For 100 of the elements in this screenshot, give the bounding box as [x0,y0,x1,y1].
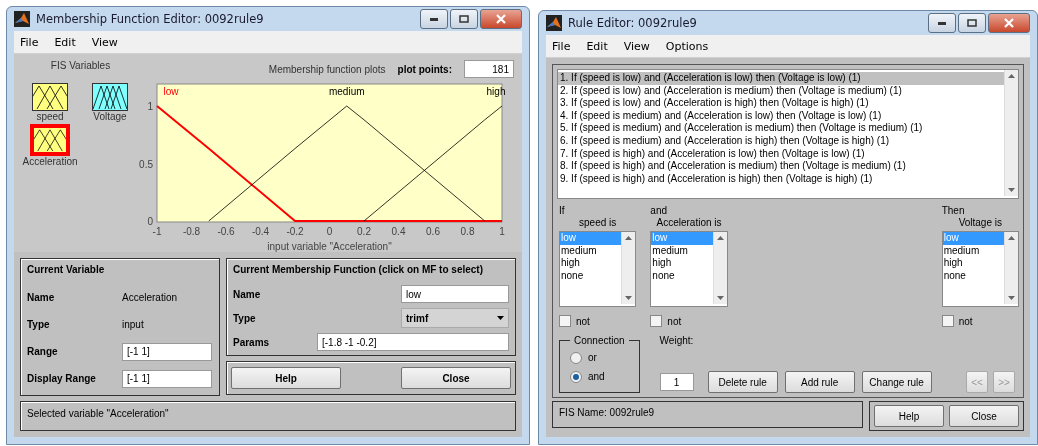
window-title: Membership Function Editor: 0092rule9 [36,12,265,26]
rule-item[interactable]: 6. If (speed is medium) and (Acceleration is high) then (Voltage is high) (1) [558,134,1004,148]
option-item[interactable]: high [942,257,1004,270]
minimize-icon [430,17,438,21]
radio-label: or [588,352,597,363]
scrollbar[interactable] [1004,232,1018,304]
menu-item[interactable]: File [20,35,39,49]
x-axis-label: input variable "Acceleration" [267,241,392,252]
rule-item[interactable]: 1. If (speed is low) and (Acceleration is low) then (Voltage is low) (1) [558,72,1004,85]
section-label: FIS Variables [50,60,111,71]
option-item[interactable]: medium [560,244,622,258]
rule-action-button[interactable]: Add rule [784,371,855,393]
close-icon [496,14,506,24]
checkbox-label: not [958,315,973,327]
range-field[interactable]: [-1 1] [122,369,212,388]
scroll-up-icon [625,236,633,240]
dialog-button[interactable]: Help [874,405,944,427]
weight-label: Weight: [659,335,694,346]
field-value: Acceleration [122,292,179,303]
radio-button[interactable] [570,370,582,383]
weight-field[interactable]: 1 [659,373,694,391]
menu-item[interactable]: Edit [586,39,608,53]
option-item[interactable]: medium [942,244,1004,258]
option-list[interactable]: low medium high none [941,231,1019,307]
dialog-button[interactable]: Close [949,405,1019,427]
option-list[interactable]: low medium high none [650,231,728,307]
type-dropdown[interactable]: trimf [401,308,509,328]
panel-title: Current Membership Function (click on MF to select) [233,264,485,277]
menu-item[interactable]: Options [665,39,709,53]
field-label: Type [27,319,51,330]
membership-curve[interactable] [208,105,486,222]
rule-item[interactable]: 2. If (speed is low) and (Acceleration is medium) then (Voltage is medium) (1) [558,84,1004,98]
field-label: Display Range [27,373,97,384]
radio-button[interactable] [570,351,582,364]
scroll-down-icon [1008,296,1015,300]
x-tick-label: 1 [499,226,505,237]
rule-item[interactable]: 9. If (speed is high) and (Acceleration is high) then (Voltage is high) (1) [558,172,1004,186]
rule-item[interactable]: 5. If (speed is medium) and (Acceleration is medium) then (Voltage is medium) (1) [558,122,1004,135]
radio-label: and [588,371,605,382]
window-title: Rule Editor: 0092rule9 [568,16,698,30]
plot-points-field[interactable]: 181 [464,60,514,78]
params-field[interactable]: [-1.8 -1 -0.2] [317,333,509,351]
membership-curve[interactable] [363,105,503,222]
dialog-button[interactable]: Help [231,367,341,389]
scroll-up-icon [1008,74,1015,78]
rule-item[interactable]: 7. If (speed is high) and (Acceleration is low) then (Voltage is low) (1) [558,147,1004,161]
dialog-button[interactable]: Close [401,367,511,389]
menu-item[interactable]: File [552,39,571,53]
option-item[interactable]: none [942,269,1004,283]
scroll-down-icon [716,296,724,300]
x-tick-label: 0.6 [426,226,440,237]
not-checkbox[interactable] [941,315,954,327]
minimize-button[interactable] [420,9,448,29]
rule-action-button[interactable]: Delete rule [707,371,778,393]
scroll-down-icon [625,296,633,300]
name-field[interactable]: low [401,285,509,303]
maximize-button[interactable] [450,9,478,29]
not-checkbox[interactable] [559,315,571,327]
minimize-icon [938,21,946,25]
menu-item[interactable]: Edit [54,35,76,49]
curve-label: medium [328,86,365,97]
app-logo-icon [14,11,30,27]
close-icon [1004,18,1014,28]
menu-item[interactable]: View [91,35,118,49]
plot-title: Membership function plots [268,63,386,75]
option-item[interactable]: none [651,269,713,283]
variable-tile[interactable] [30,124,70,156]
scrollbar[interactable] [621,232,636,304]
option-item[interactable]: medium [651,244,713,258]
x-tick-label: -1 [152,226,162,237]
field-value: input [122,319,145,330]
option-item[interactable]: high [560,257,622,270]
rule-item[interactable]: 3. If (speed is low) and (Acceleration is high) then (Voltage is high) (1) [558,97,1004,110]
option-item[interactable]: none [560,269,622,283]
close-button[interactable] [480,9,522,29]
not-checkbox[interactable] [650,315,663,327]
variable-tile[interactable] [92,83,128,111]
clause-heading: If [559,205,566,217]
membership-curves-icon [93,84,127,110]
maximize-button[interactable] [958,13,986,33]
range-field[interactable]: [-1 1] [122,342,212,361]
membership-curve[interactable] [156,105,503,222]
close-button[interactable] [988,13,1030,33]
rule-list[interactable] [557,69,1019,199]
y-tick-label: 1 [147,101,153,112]
x-tick-label: 0 [326,226,333,237]
rule-item[interactable]: 4. If (speed is medium) and (Acceleration is low) then (Voltage is low) (1) [558,109,1004,123]
rule-item[interactable]: 8. If (speed is high) and (Acceleration is medium) then (Voltage is medium) (1) [558,160,1004,173]
scrollbar[interactable] [1004,70,1018,196]
field-label: Params [233,336,270,348]
menu-item[interactable]: View [623,39,650,53]
x-tick-label: -0.6 [217,226,235,237]
curve-label: low [163,86,179,97]
minimize-button[interactable] [928,13,956,33]
scrollbar[interactable] [712,232,727,304]
clause-heading: and [650,205,668,217]
option-list[interactable]: low medium high none [559,231,637,307]
variable-tile[interactable] [32,83,68,111]
rule-action-button[interactable]: Change rule [861,371,932,393]
option-item[interactable]: high [651,257,713,270]
